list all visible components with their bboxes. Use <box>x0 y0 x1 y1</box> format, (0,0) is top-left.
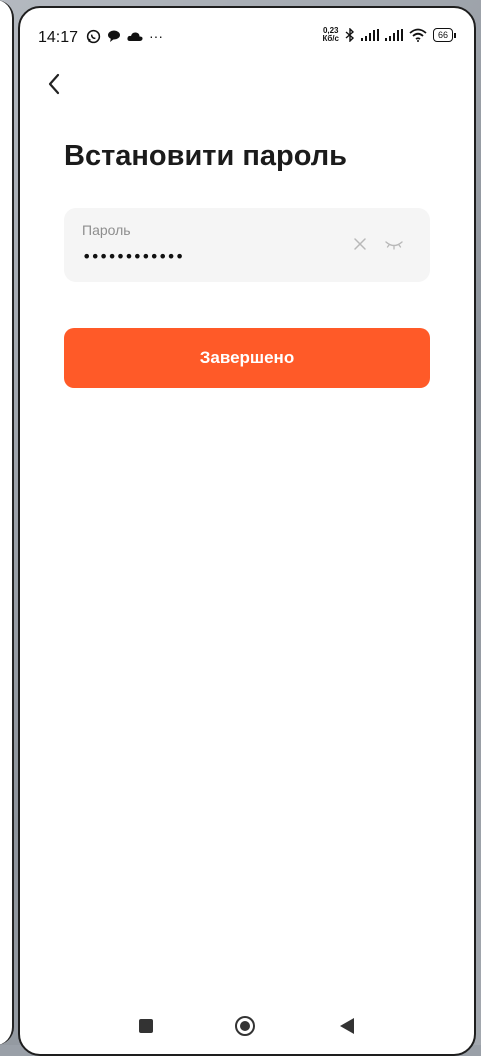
whatsapp-icon <box>86 29 101 43</box>
status-bar: 14:17 ··· 0,23 Кб/с 66 <box>20 8 474 60</box>
close-icon[interactable] <box>352 236 368 252</box>
system-navigation-bar <box>20 1006 474 1046</box>
password-label: Пароль <box>82 222 131 238</box>
network-speed-unit: Кб/с <box>322 34 339 43</box>
done-button[interactable]: Завершено <box>64 328 430 388</box>
status-time: 14:17 <box>38 29 79 46</box>
bluetooth-icon <box>345 28 355 42</box>
cloud-icon <box>127 32 143 41</box>
wifi-icon <box>409 28 427 42</box>
adjacent-screen-edge <box>0 0 14 1045</box>
page-title: Встановити пароль <box>64 140 347 172</box>
password-input[interactable] <box>82 244 322 268</box>
signal-icon-sim2 <box>384 29 403 41</box>
back-button[interactable] <box>36 66 72 102</box>
network-speed: 0,23 Кб/с <box>322 27 339 43</box>
phone-screen: 14:17 ··· 0,23 Кб/с 66 Встановити пароль… <box>18 6 476 1056</box>
password-field[interactable]: Пароль <box>64 208 430 282</box>
chat-bubble-icon <box>108 30 120 42</box>
more-notifications-icon: ··· <box>149 28 163 44</box>
battery-level: 66 <box>432 28 453 42</box>
battery-tip <box>454 32 456 38</box>
battery-icon: 66 <box>432 28 456 42</box>
system-status-icons: 0,23 Кб/с 66 <box>322 27 456 43</box>
square-icon[interactable] <box>139 1019 153 1033</box>
circle-icon[interactable] <box>234 1015 256 1037</box>
triangle-back-icon[interactable] <box>339 1017 355 1035</box>
notification-icons: ··· <box>86 28 163 44</box>
eye-closed-icon[interactable] <box>384 236 404 252</box>
chevron-left-icon <box>48 73 60 95</box>
signal-icon <box>360 29 379 41</box>
